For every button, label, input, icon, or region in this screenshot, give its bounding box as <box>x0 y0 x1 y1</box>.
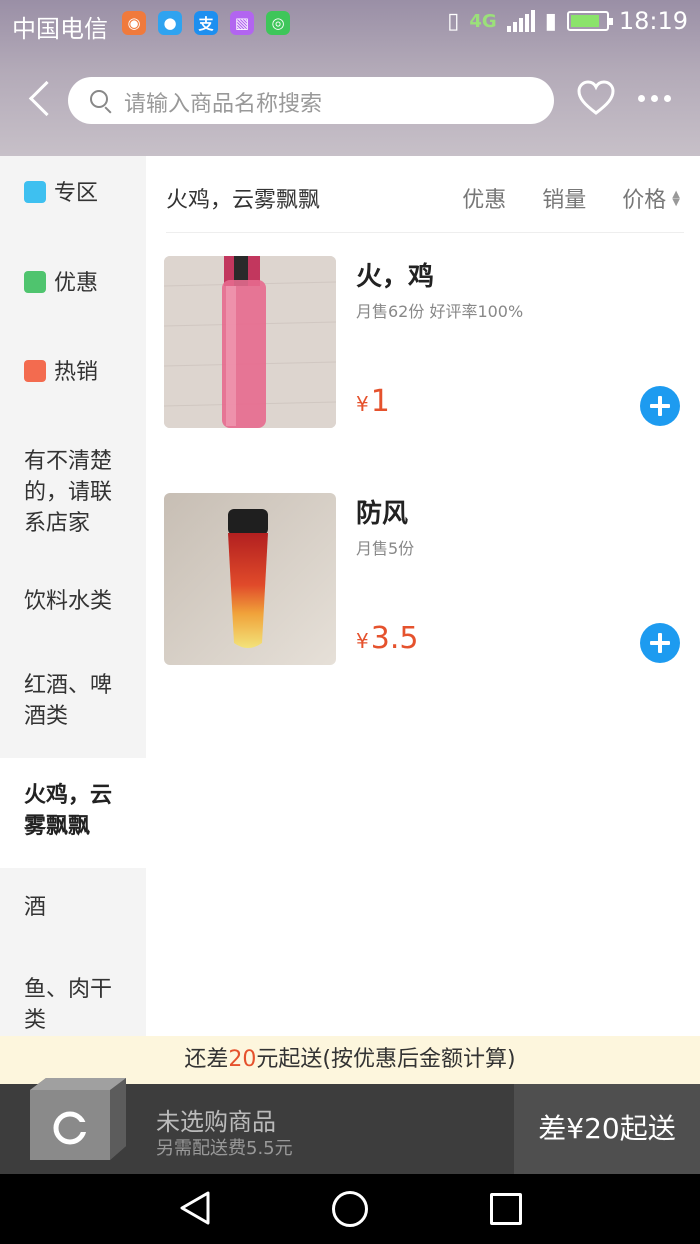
cart-status: 未选购商品 <box>156 1108 276 1136</box>
system-nav-bar <box>0 1174 700 1244</box>
product-image-lighter-pink[interactable] <box>164 256 336 428</box>
sidebar-item-wine-beer[interactable]: 红酒、啤酒类 <box>0 670 146 732</box>
signal-icon <box>506 10 535 32</box>
sim-icon: ▮ <box>544 8 557 34</box>
more-options-icon[interactable] <box>638 95 671 102</box>
cart-bar: 未选购商品 另需配送费5.5元 差¥20起送 <box>0 1078 700 1174</box>
product-list-panel: 火鸡，云雾飘飘 优惠 销量 价格 ▲ ▼ 火，鸡 月售62份 好评率100% ¥1 <box>146 156 700 1036</box>
sort-price[interactable]: 价格 ▲ ▼ <box>622 182 680 214</box>
checkout-button[interactable]: 差¥20起送 <box>514 1084 700 1174</box>
sidebar-item-label: 饮料水类 <box>24 589 113 614</box>
sidebar-item-contact[interactable]: 有不清楚的，请联系店家 <box>0 446 146 539</box>
price-value: 3.5 <box>370 621 419 656</box>
notice-suffix: 元起送(按优惠后金额计算) <box>256 1047 516 1072</box>
carrier-name: 中国电信 <box>12 15 108 43</box>
sidebar-item-jerky[interactable]: 鱼、肉干类 <box>0 974 146 1036</box>
add-to-cart-button[interactable] <box>640 623 680 663</box>
sidebar-item-drinks[interactable]: 饮料水类 <box>0 586 146 617</box>
sidebar-item-hot[interactable]: 热销 <box>0 357 146 388</box>
shopping-bag-icon[interactable] <box>26 1076 130 1162</box>
status-bar: 中国电信 ◉ ● 支 ▧ ◎ ▯ 4G ▮ 18:19 <box>0 0 700 48</box>
section-title: 火鸡，云雾飘飘 <box>166 188 321 213</box>
alipay-app-icon: 支 <box>194 11 218 35</box>
product-image-lighter-windproof[interactable] <box>164 493 336 665</box>
fire-icon <box>24 360 46 382</box>
product-name: 火，鸡 <box>356 262 435 292</box>
message-app-icon: ● <box>158 11 182 35</box>
clock: 18:19 <box>618 7 688 35</box>
sidebar-item-label: 鱼、肉干类 <box>24 977 113 1033</box>
product-price: ¥1 <box>356 384 390 419</box>
sidebar-item-liquor[interactable]: 酒 <box>0 892 146 923</box>
product-item[interactable]: 火，鸡 月售62份 好评率100% ¥1 <box>164 256 684 428</box>
sidebar-item-label: 红酒、啤酒类 <box>24 673 113 729</box>
network-type: 4G <box>469 10 497 32</box>
sort-price-label: 价格 <box>622 188 667 213</box>
divider <box>166 232 684 233</box>
nav-back-icon[interactable] <box>178 1190 214 1226</box>
status-indicators: ▯ 4G ▮ 18:19 <box>447 7 688 35</box>
sidebar-item-zone[interactable]: 专区 <box>0 178 146 209</box>
search-icon <box>90 90 108 108</box>
product-sales: 月售62份 好评率100% <box>356 302 524 321</box>
sidebar-item-label: 专区 <box>54 181 99 206</box>
product-sales: 月售5份 <box>356 539 415 558</box>
battery-icon <box>566 11 613 31</box>
sidebar-item-lighters[interactable]: 火鸡，云雾飘飘 <box>0 758 146 868</box>
notification-icons: ◉ ● 支 ▧ ◎ <box>122 11 290 35</box>
nav-home-icon[interactable] <box>332 1191 368 1227</box>
gift-icon <box>24 181 46 203</box>
sort-sales[interactable]: 销量 <box>542 182 586 214</box>
music-app-icon: ◉ <box>122 11 146 35</box>
wechat-app-icon: ◎ <box>266 11 290 35</box>
gallery-app-icon: ▧ <box>230 11 254 35</box>
add-to-cart-button[interactable] <box>640 386 680 426</box>
vibrate-icon: ▯ <box>447 8 460 34</box>
app-header: 中国电信 ◉ ● 支 ▧ ◎ ▯ 4G ▮ 18:19 请输入商品名称搜索 <box>0 0 700 156</box>
discount-icon <box>24 271 46 293</box>
sidebar-item-label: 优惠 <box>54 271 99 296</box>
search-placeholder: 请输入商品名称搜索 <box>124 92 323 117</box>
sidebar-item-label: 酒 <box>24 895 47 920</box>
notice-amount: 20 <box>228 1047 257 1072</box>
sidebar-item-label: 火鸡，云雾飘飘 <box>24 783 113 839</box>
sort-caret-icon: ▲ ▼ <box>672 189 680 208</box>
sidebar-item-label: 热销 <box>54 360 99 385</box>
notice-prefix: 还差 <box>184 1047 229 1072</box>
product-name: 防风 <box>356 499 409 529</box>
product-item[interactable]: 防风 月售5份 ¥3.5 <box>164 493 684 665</box>
sidebar-item-discount[interactable]: 优惠 <box>0 268 146 299</box>
delivery-fee: 另需配送费5.5元 <box>156 1138 293 1159</box>
search-input[interactable]: 请输入商品名称搜索 <box>68 77 554 124</box>
nav-recents-icon[interactable] <box>490 1193 522 1225</box>
category-sidebar: 专区 优惠 热销 有不清楚的，请联系店家 饮料水类 红酒、啤酒类 火鸡，云雾飘飘… <box>0 156 146 1036</box>
sort-options: 优惠 销量 价格 ▲ ▼ <box>462 182 680 214</box>
currency-symbol: ¥ <box>356 629 369 653</box>
back-button[interactable] <box>24 80 56 120</box>
favorite-heart-icon[interactable] <box>576 79 616 119</box>
sidebar-item-label: 有不清楚的，请联系店家 <box>24 449 113 536</box>
product-price: ¥3.5 <box>356 621 418 656</box>
price-value: 1 <box>370 384 390 419</box>
currency-symbol: ¥ <box>356 392 369 416</box>
sort-discount[interactable]: 优惠 <box>462 182 506 214</box>
